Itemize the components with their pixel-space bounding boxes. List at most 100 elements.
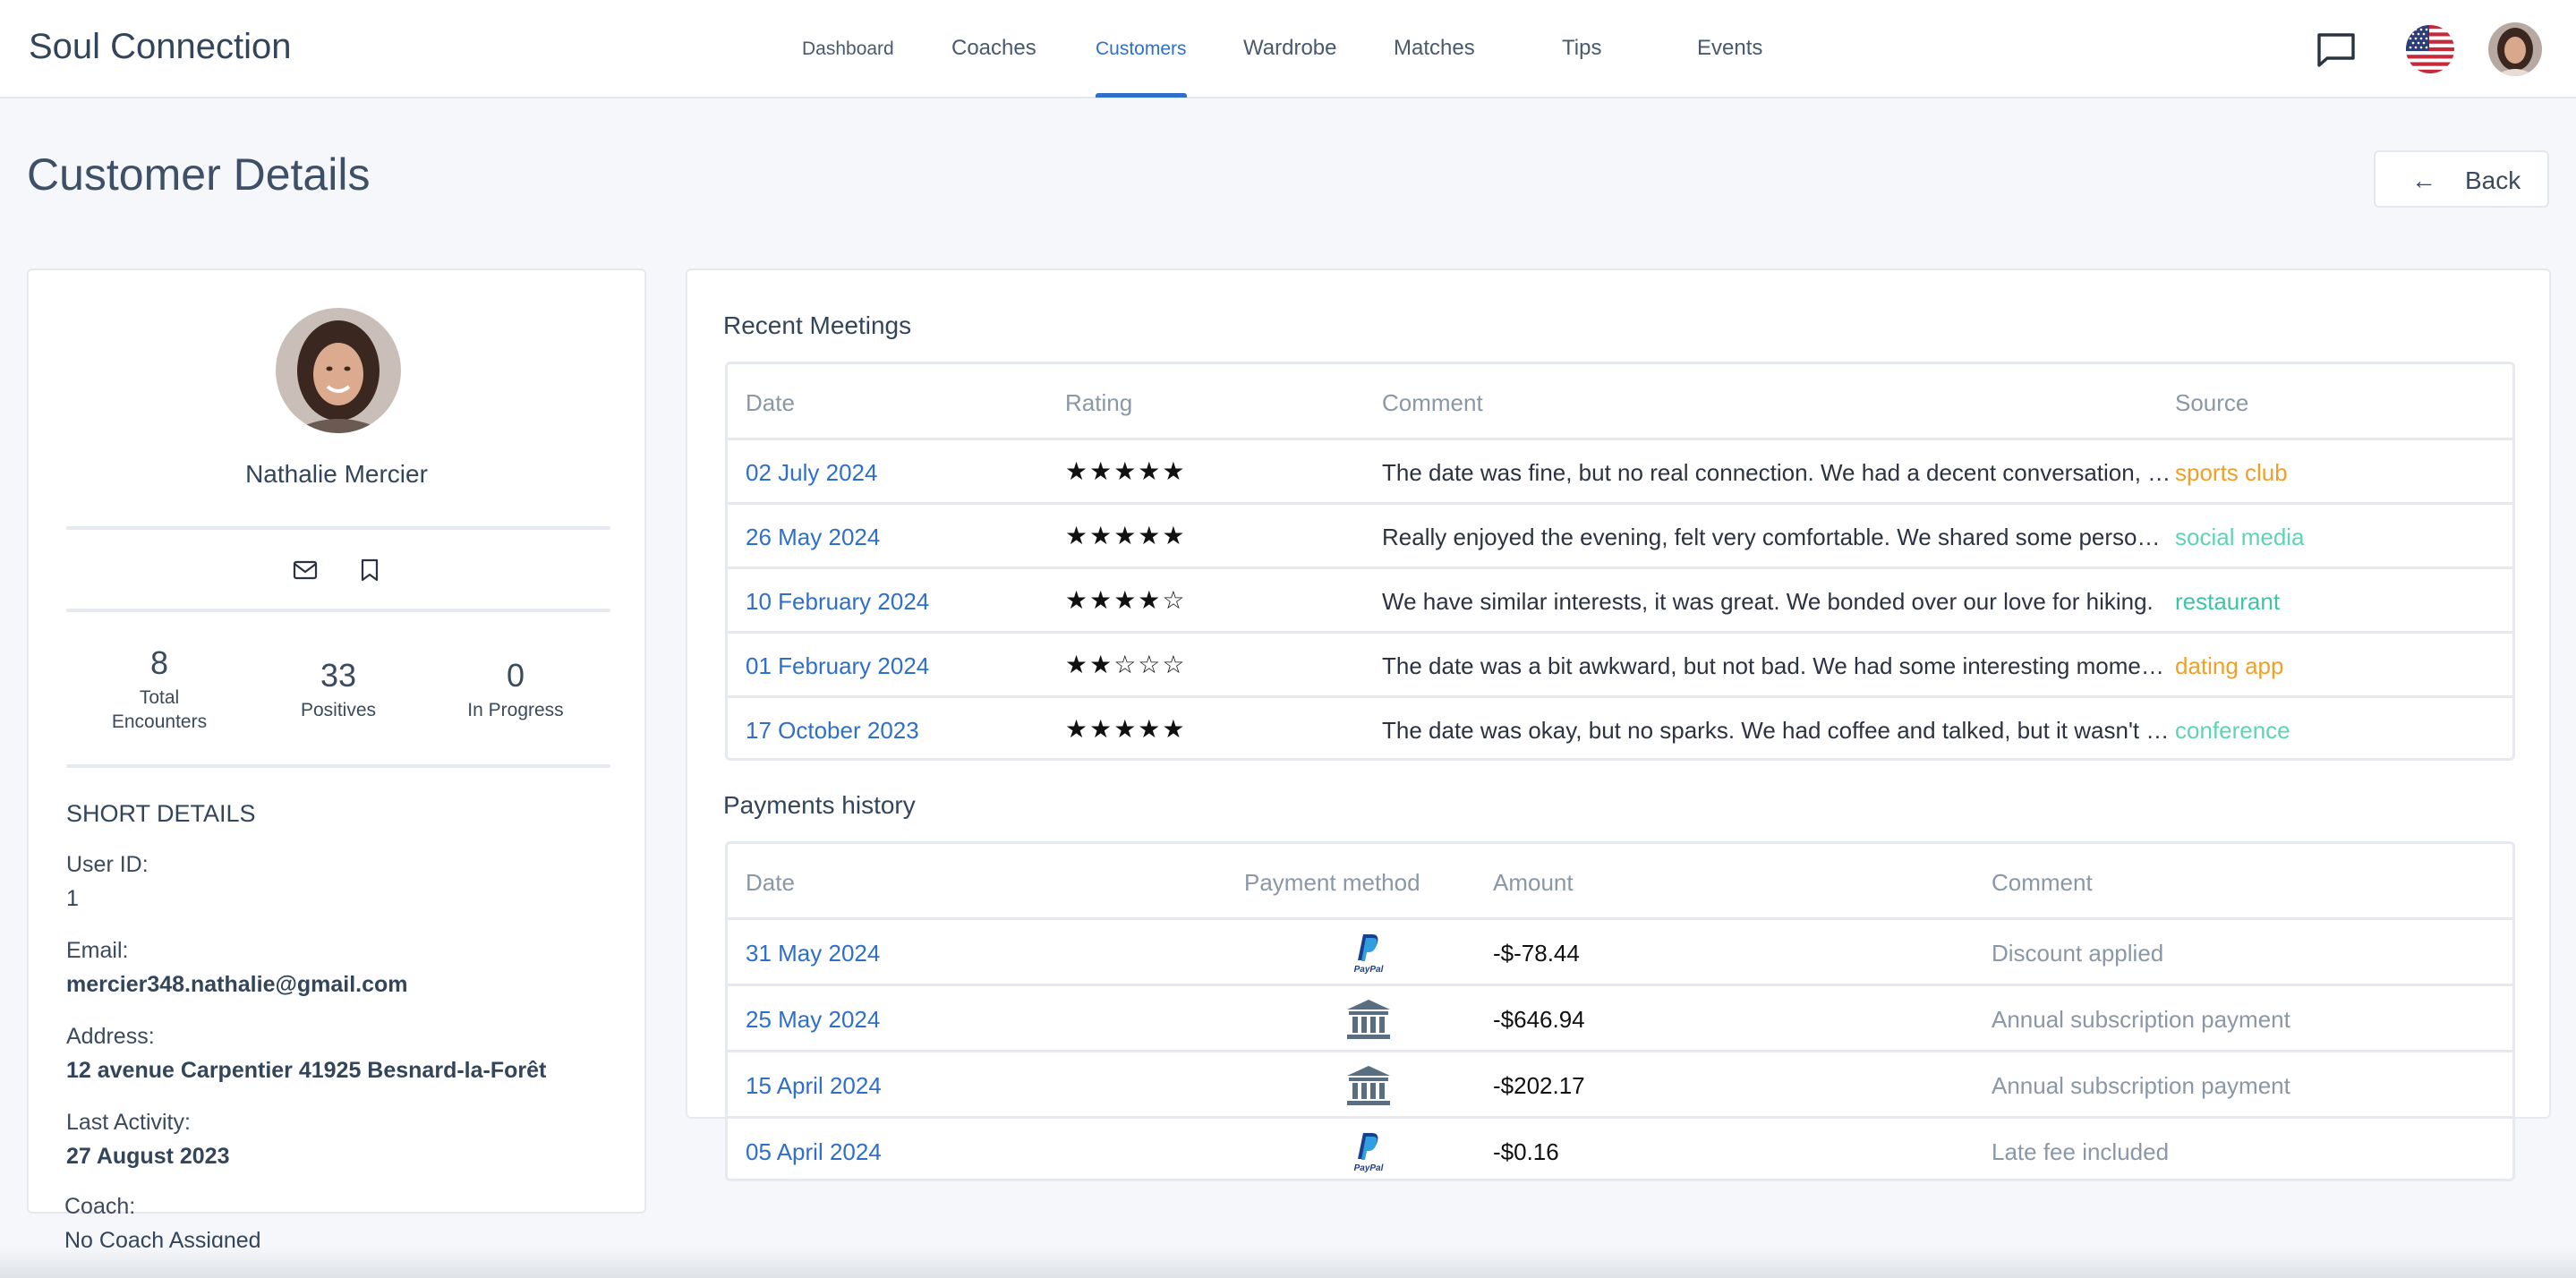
table-row[interactable]: 15 April 2024 -$202.17 Annual subscripti… <box>728 1050 2512 1116</box>
meeting-date[interactable]: 02 July 2024 <box>746 459 877 487</box>
chat-icon[interactable] <box>2316 32 2356 68</box>
divider <box>66 764 610 768</box>
meeting-source: conference <box>2175 717 2290 744</box>
stat-label: Positives <box>300 700 377 720</box>
table-row[interactable]: 02 July 2024 ★★★★★ The date was fine, bu… <box>728 438 2512 502</box>
payment-amount: -$0.16 <box>1493 1138 1559 1165</box>
col-comment[interactable]: Comment <box>1382 389 1483 417</box>
meeting-source: dating app <box>2175 652 2284 679</box>
payment-amount: -$646.94 <box>1493 1006 1585 1033</box>
meeting-date[interactable]: 26 May 2024 <box>746 524 880 551</box>
payment-date[interactable]: 31 May 2024 <box>746 940 880 967</box>
rating-stars: ★★★★★ <box>1065 715 1187 743</box>
payment-date[interactable]: 25 May 2024 <box>746 1006 880 1034</box>
top-navbar: Soul Connection Dashboard Coaches Custom… <box>0 0 2576 98</box>
nav-tips[interactable]: Tips <box>1562 36 1601 61</box>
col-date[interactable]: Date <box>746 869 795 897</box>
divider <box>66 609 610 612</box>
last-activity-label: Last Activity: <box>66 1110 191 1135</box>
col-amount[interactable]: Amount <box>1493 869 1574 897</box>
table-row[interactable]: 17 October 2023 ★★★★★ The date was okay,… <box>728 695 2512 758</box>
meeting-comment: The date was fine, but no real connectio… <box>1382 459 2171 486</box>
nav-coaches[interactable]: Coaches <box>951 36 1036 61</box>
paypal-text: PayPal <box>1354 1163 1384 1173</box>
profile-card: Nathalie Mercier 8 Total Encounters 33 P… <box>27 268 646 1214</box>
rating-stars: ★★★★★ <box>1065 457 1187 485</box>
paypal-icon: PayPal <box>1354 934 1384 975</box>
payment-comment: Annual subscription payment <box>1992 1006 2290 1033</box>
meeting-date[interactable]: 10 February 2024 <box>746 588 929 616</box>
meeting-source: sports club <box>2175 459 2288 486</box>
email-label: Email: <box>66 938 129 963</box>
payments-table: Date Payment method Amount Comment 31 Ma… <box>725 841 2515 1181</box>
short-details-title: SHORT DETAILS <box>66 800 256 827</box>
table-header: Date Rating Comment Source <box>728 364 2512 438</box>
meeting-comment: We have similar interests, it was great.… <box>1382 588 2154 615</box>
recent-meetings-table: Date Rating Comment Source 02 July 2024 … <box>725 362 2515 761</box>
table-row[interactable]: 31 May 2024 PayPal -$-78.44 Discount app… <box>728 917 2512 984</box>
user-id-label: User ID: <box>66 852 149 877</box>
table-row[interactable]: 26 May 2024 ★★★★★ Really enjoyed the eve… <box>728 502 2512 567</box>
avatar[interactable] <box>2488 22 2542 76</box>
us-flag-icon[interactable] <box>2406 25 2454 73</box>
nav-events[interactable]: Events <box>1697 36 1762 61</box>
email-value: mercier348.nathalie@gmail.com <box>66 972 408 997</box>
meeting-comment: The date was a bit awkward, but not bad.… <box>1382 652 2171 679</box>
bottom-shade <box>0 1248 2576 1278</box>
table-header: Date Payment method Amount Comment <box>728 844 2512 917</box>
payment-comment: Discount applied <box>1992 940 2164 967</box>
table-row[interactable]: 10 February 2024 ★★★★☆ We have similar i… <box>728 567 2512 631</box>
page-title: Customer Details <box>27 149 371 200</box>
payment-amount: -$202.17 <box>1493 1072 1585 1099</box>
table-row[interactable]: 01 February 2024 ★★☆☆☆ The date was a bi… <box>728 631 2512 695</box>
bank-icon <box>1347 1000 1390 1039</box>
payment-date[interactable]: 05 April 2024 <box>746 1138 882 1166</box>
meeting-date[interactable]: 01 February 2024 <box>746 652 929 680</box>
brand-logo[interactable]: Soul Connection <box>29 27 292 67</box>
divider <box>66 526 610 530</box>
meeting-source: social media <box>2175 524 2305 550</box>
table-row[interactable]: 25 May 2024 -$646.94 Annual subscription… <box>728 984 2512 1050</box>
stat-value: 8 <box>149 644 169 681</box>
payment-comment: Annual subscription payment <box>1992 1072 2290 1099</box>
payment-date[interactable]: 15 April 2024 <box>746 1072 882 1100</box>
mail-icon[interactable] <box>292 557 319 584</box>
stat-total-encounters: 8 Total Encounters <box>79 644 240 734</box>
meeting-source: restaurant <box>2175 588 2281 615</box>
nav-matches[interactable]: Matches <box>1394 36 1475 61</box>
back-button[interactable]: ← Back <box>2374 150 2549 208</box>
address-label: Address: <box>66 1024 155 1049</box>
stat-value: 33 <box>320 657 357 694</box>
active-tab-indicator <box>1096 93 1187 98</box>
coach-label: Coach: <box>64 1194 136 1219</box>
stat-value: 0 <box>506 657 525 694</box>
rating-stars: ★★☆☆☆ <box>1065 651 1187 678</box>
stat-label: In Progress <box>467 700 564 720</box>
nav-customers[interactable]: Customers <box>1096 38 1187 60</box>
col-source[interactable]: Source <box>2175 389 2248 417</box>
paypal-text: PayPal <box>1354 965 1384 975</box>
nav-dashboard[interactable]: Dashboard <box>802 38 894 60</box>
arrow-left-icon: ← <box>2411 166 2436 194</box>
meeting-date[interactable]: 17 October 2023 <box>746 717 919 745</box>
table-row[interactable]: 05 April 2024 PayPal -$0.16 Late fee inc… <box>728 1116 2512 1179</box>
last-activity-value: 27 August 2023 <box>66 1144 230 1169</box>
bookmark-icon[interactable] <box>356 557 383 584</box>
col-date[interactable]: Date <box>746 389 795 417</box>
stat-in-progress: 0 In Progress <box>435 657 596 722</box>
nav-wardrobe[interactable]: Wardrobe <box>1243 36 1336 61</box>
col-comment[interactable]: Comment <box>1992 869 2093 897</box>
bank-icon <box>1347 1066 1390 1105</box>
col-payment-method[interactable]: Payment method <box>1244 869 1420 897</box>
col-rating[interactable]: Rating <box>1065 389 1132 417</box>
paypal-icon: PayPal <box>1354 1133 1384 1173</box>
payment-amount: -$-78.44 <box>1493 940 1580 967</box>
meeting-comment: The date was okay, but no sparks. We had… <box>1382 717 2171 744</box>
back-button-label: Back <box>2465 166 2521 194</box>
payments-history-title: Payments history <box>723 791 916 819</box>
rating-stars: ★★★★★ <box>1065 522 1187 550</box>
stat-positives: 33 Positives <box>258 657 419 722</box>
customer-avatar <box>276 308 401 433</box>
payment-comment: Late fee included <box>1992 1138 2170 1165</box>
meeting-comment: Really enjoyed the evening, felt very co… <box>1382 524 2171 550</box>
